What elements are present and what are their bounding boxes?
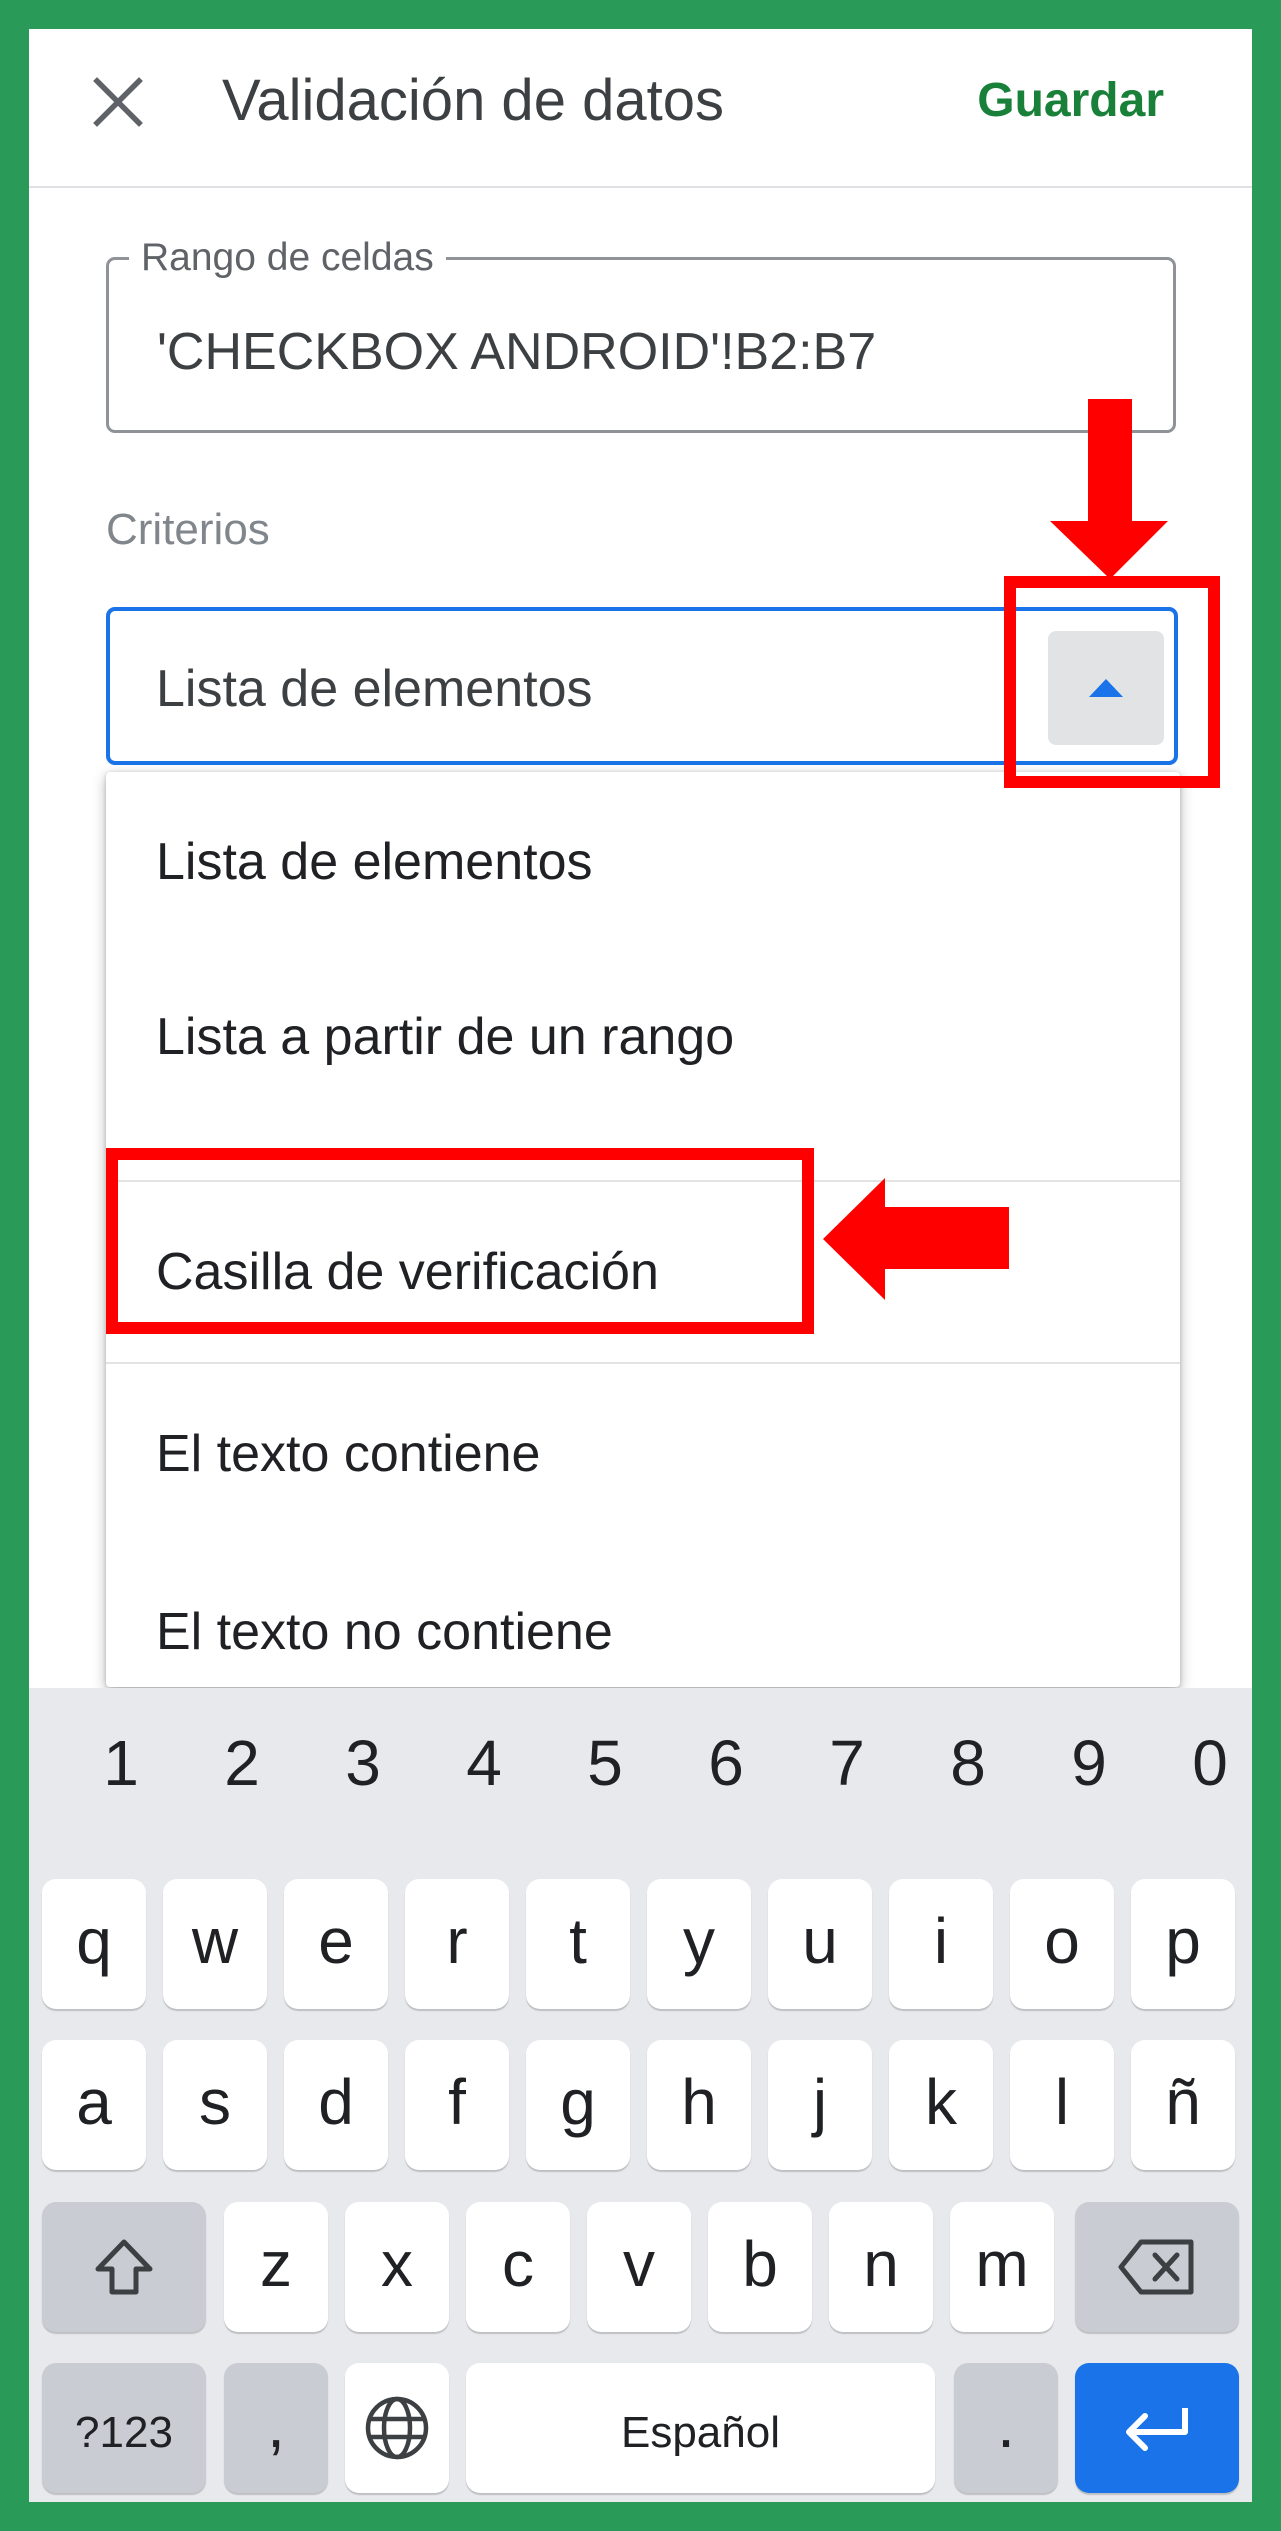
down-arrow-annotation-icon (1050, 399, 1168, 579)
key-r[interactable]: r (405, 1879, 509, 2009)
key-n[interactable]: n (829, 2202, 933, 2332)
toggle-highlight-box (1004, 576, 1220, 788)
key-z[interactable]: z (224, 2202, 328, 2332)
option-highlight-box (106, 1148, 814, 1334)
backspace-key[interactable] (1075, 2202, 1239, 2332)
key-g[interactable]: g (526, 2040, 630, 2170)
menu-item-lista-a-partir-de-rango[interactable]: Lista a partir de un rango (106, 947, 1180, 1127)
enter-key[interactable] (1075, 2363, 1239, 2493)
key-c[interactable]: c (466, 2202, 570, 2332)
left-arrow-annotation-icon (823, 1178, 1009, 1300)
key-p[interactable]: p (1131, 1879, 1235, 2009)
key-k[interactable]: k (889, 2040, 993, 2170)
key-0[interactable]: 0 (1155, 1718, 1252, 1808)
key-4[interactable]: 4 (429, 1718, 539, 1808)
key-a[interactable]: a (42, 2040, 146, 2170)
shift-icon (95, 2239, 153, 2295)
globe-icon (365, 2396, 429, 2460)
menu-item-lista-de-elementos[interactable]: Lista de elementos (106, 772, 1180, 952)
key-u[interactable]: u (768, 1879, 872, 2009)
shift-key[interactable] (42, 2202, 206, 2332)
key-q[interactable]: q (42, 1879, 146, 2009)
key-3[interactable]: 3 (308, 1718, 418, 1808)
criteria-label: Criterios (106, 505, 270, 554)
key-6[interactable]: 6 (671, 1718, 781, 1808)
key-h[interactable]: h (647, 2040, 751, 2170)
key-8[interactable]: 8 (913, 1718, 1023, 1808)
key-e[interactable]: e (284, 1879, 388, 2009)
key-b[interactable]: b (708, 2202, 812, 2332)
key-s[interactable]: s (163, 2040, 267, 2170)
key-y[interactable]: y (647, 1879, 751, 2009)
symbols-key[interactable]: ?123 (42, 2363, 206, 2493)
menu-item-el-texto-contiene[interactable]: El texto contiene (106, 1364, 1180, 1544)
close-button[interactable] (87, 71, 149, 133)
key-9[interactable]: 9 (1034, 1718, 1144, 1808)
key-d[interactable]: d (284, 2040, 388, 2170)
key-x[interactable]: x (345, 2202, 449, 2332)
save-button[interactable]: Guardar (977, 69, 1164, 133)
symbols-key-label: ?123 (75, 2408, 173, 2457)
cell-range-label: Rango de celdas (129, 234, 446, 282)
on-screen-keyboard: 1 2 3 4 5 6 7 8 9 0 q w e r t y u i o p … (29, 1688, 1252, 2502)
space-key[interactable]: Español (466, 2363, 935, 2493)
key-5[interactable]: 5 (550, 1718, 660, 1808)
key-n-tilde[interactable]: ñ (1131, 2040, 1235, 2170)
key-1[interactable]: 1 (66, 1718, 176, 1808)
key-j[interactable]: j (768, 2040, 872, 2170)
enter-icon (1126, 2408, 1188, 2451)
app-header: Validación de datos Guardar (29, 29, 1252, 188)
key-w[interactable]: w (163, 1879, 267, 2009)
key-l[interactable]: l (1010, 2040, 1114, 2170)
key-t[interactable]: t (526, 1879, 630, 2009)
key-i[interactable]: i (889, 1879, 993, 2009)
page-title: Validación de datos (222, 68, 724, 133)
cell-range-field[interactable]: Rango de celdas 'CHECKBOX ANDROID'!B2:B7 (106, 234, 1176, 433)
keyboard-number-row: 1 2 3 4 5 6 7 8 9 0 (29, 1688, 1252, 1838)
comma-key[interactable]: , (224, 2363, 328, 2493)
key-2[interactable]: 2 (187, 1718, 297, 1808)
key-o[interactable]: o (1010, 1879, 1114, 2009)
backspace-icon (1118, 2239, 1194, 2295)
space-key-label: Español (620, 2408, 780, 2457)
criteria-selected-value: Lista de elementos (156, 660, 593, 718)
key-v[interactable]: v (587, 2202, 691, 2332)
key-m[interactable]: m (950, 2202, 1054, 2332)
period-key[interactable]: . (954, 2363, 1058, 2493)
key-7[interactable]: 7 (792, 1718, 902, 1808)
cell-range-value[interactable]: 'CHECKBOX ANDROID'!B2:B7 (157, 320, 876, 384)
language-key[interactable] (345, 2363, 449, 2493)
close-icon (93, 77, 143, 127)
key-f[interactable]: f (405, 2040, 509, 2170)
